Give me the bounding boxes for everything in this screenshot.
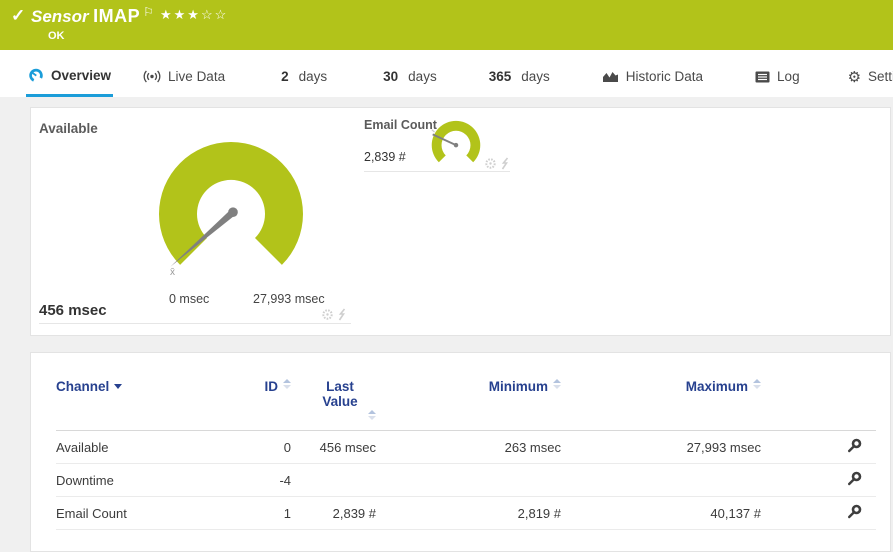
stars-filled[interactable]: ★★★ xyxy=(160,7,201,22)
gauge-email-count: Email Count 2,839 # xyxy=(364,116,510,172)
gauges-panel: Available x̄ 0 msec 27,993 msec 456 msec… xyxy=(30,107,891,336)
table-row-email-count: Email Count 1 2,839 # 2,819 # 40,137 # xyxy=(56,497,876,530)
edit-channel-button[interactable] xyxy=(846,504,862,523)
log-list-icon xyxy=(755,71,770,82)
edit-channel-gear-icon xyxy=(848,504,862,518)
channel-maximum: 40,137 # xyxy=(710,505,761,521)
gauge-email-count-value: 2,839 # xyxy=(364,150,406,164)
area-chart-icon xyxy=(602,72,618,82)
column-header-channel-label: Channel xyxy=(56,379,110,394)
sort-desc-icon xyxy=(114,384,123,389)
channel-minimum: 2,819 # xyxy=(517,505,561,521)
channel-last-value: 2,839 # xyxy=(332,505,376,521)
column-header-id[interactable]: ID xyxy=(231,379,291,394)
sort-toggle-icon xyxy=(553,379,561,389)
edit-channel-gear-icon xyxy=(848,471,862,485)
tab-2-days-label: days xyxy=(298,69,328,84)
column-header-minimum-label: Minimum xyxy=(488,379,548,394)
gear-icon: ⚙ xyxy=(847,68,862,86)
gauge-icon xyxy=(29,68,43,83)
page-title: Sensor IMAP ⚐ xyxy=(31,5,154,27)
tab-live-data[interactable]: Live Data xyxy=(141,50,227,97)
tab-365-days-label: days xyxy=(521,69,550,84)
gauge-settings-icon[interactable] xyxy=(484,157,497,170)
available-gauge-dial: x̄ xyxy=(159,141,303,278)
sensor-status-badge: OK xyxy=(48,30,65,42)
channel-minimum: 263 msec xyxy=(504,439,561,455)
tab-30-days-number: 30 xyxy=(383,69,399,84)
edit-channel-gear-icon xyxy=(848,438,862,452)
column-header-maximum-label: Maximum xyxy=(685,379,748,394)
channel-maximum: 27,993 msec xyxy=(686,439,761,455)
sort-toggle-icon xyxy=(283,379,291,389)
channel-table: Channel ID Last Value Minimum Maximum Av… xyxy=(56,379,876,530)
table-row-downtime: Downtime -4 xyxy=(56,464,876,497)
tab-30-days[interactable]: 30 days xyxy=(381,50,439,97)
sensor-header: ✓ Sensor IMAP ⚐ ★★★☆☆ OK xyxy=(0,0,893,50)
tab-bar: Overview Live Data 2 days 30 days 365 da… xyxy=(0,50,893,97)
edit-channel-button[interactable] xyxy=(846,471,862,490)
column-header-maximum[interactable]: Maximum xyxy=(561,379,761,394)
live-data-icon xyxy=(143,70,161,83)
channel-id: 1 xyxy=(283,505,291,521)
tab-2-days-number: 2 xyxy=(281,69,289,84)
tab-overview[interactable]: Overview xyxy=(26,50,114,97)
tab-2-days[interactable]: 2 days xyxy=(279,50,329,97)
channel-id: 0 xyxy=(283,439,291,455)
tab-live-data-label: Live Data xyxy=(168,69,226,84)
tab-historic-data-label: Historic Data xyxy=(625,69,704,84)
tab-overview-label: Overview xyxy=(51,67,112,83)
column-header-last-value[interactable]: Last Value xyxy=(291,379,376,420)
email-count-gauge-dial xyxy=(431,120,481,163)
tab-log-label: Log xyxy=(777,69,800,84)
tab-settings[interactable]: ⚙ Settings xyxy=(846,50,893,97)
priority-stars[interactable]: ★★★☆☆ xyxy=(160,7,228,23)
column-header-id-label: ID xyxy=(264,379,279,394)
tab-log[interactable]: Log xyxy=(753,50,802,97)
gauge-scale-max: 27,993 msec xyxy=(253,292,325,306)
sort-toggle-icon xyxy=(368,410,376,420)
channel-last-value: 456 msec xyxy=(319,439,376,455)
gauge-available-label: Available xyxy=(39,121,98,136)
table-row-available: Available 0 456 msec 263 msec 27,993 mse… xyxy=(56,431,876,464)
gauge-email-count-label: Email Count xyxy=(364,118,437,132)
gauge-scale-min: 0 msec xyxy=(169,292,210,306)
channel-name[interactable]: Downtime xyxy=(56,473,231,488)
channel-table-panel: Channel ID Last Value Minimum Maximum Av… xyxy=(30,352,891,552)
gauge-email-count-actions[interactable] xyxy=(484,157,510,170)
column-header-last-value-label: Last Value xyxy=(322,379,358,409)
column-header-channel[interactable]: Channel xyxy=(56,379,231,394)
sort-toggle-icon xyxy=(753,379,761,389)
average-marker: x̄ xyxy=(170,267,175,278)
gauge-bolt-icon[interactable] xyxy=(500,157,510,170)
priority-flag-icon[interactable]: ⚐ xyxy=(143,5,154,19)
table-header-row: Channel ID Last Value Minimum Maximum xyxy=(56,379,876,431)
tab-365-days-number: 365 xyxy=(488,69,512,84)
gauge-available-actions[interactable] xyxy=(321,308,347,321)
status-ok-check-icon: ✓ xyxy=(11,6,26,25)
channel-name[interactable]: Email Count xyxy=(56,506,231,521)
tab-settings-label: Settings xyxy=(868,69,893,84)
edit-channel-button[interactable] xyxy=(846,438,862,457)
sensor-title-prefix: Sensor xyxy=(31,7,89,26)
column-header-minimum[interactable]: Minimum xyxy=(376,379,561,394)
gauge-available: Available x̄ 0 msec 27,993 msec 456 msec xyxy=(39,116,351,324)
gauge-available-value: 456 msec xyxy=(39,302,107,319)
stars-empty[interactable]: ☆☆ xyxy=(201,7,228,22)
channel-name[interactable]: Available xyxy=(56,440,231,455)
tab-30-days-label: days xyxy=(408,69,437,84)
tab-historic-data[interactable]: Historic Data xyxy=(600,50,705,97)
gauge-bolt-icon[interactable] xyxy=(337,308,347,321)
sensor-name: IMAP xyxy=(93,6,141,26)
gauge-settings-icon[interactable] xyxy=(321,308,334,321)
tab-365-days[interactable]: 365 days xyxy=(487,50,552,97)
channel-id: -4 xyxy=(279,472,291,488)
